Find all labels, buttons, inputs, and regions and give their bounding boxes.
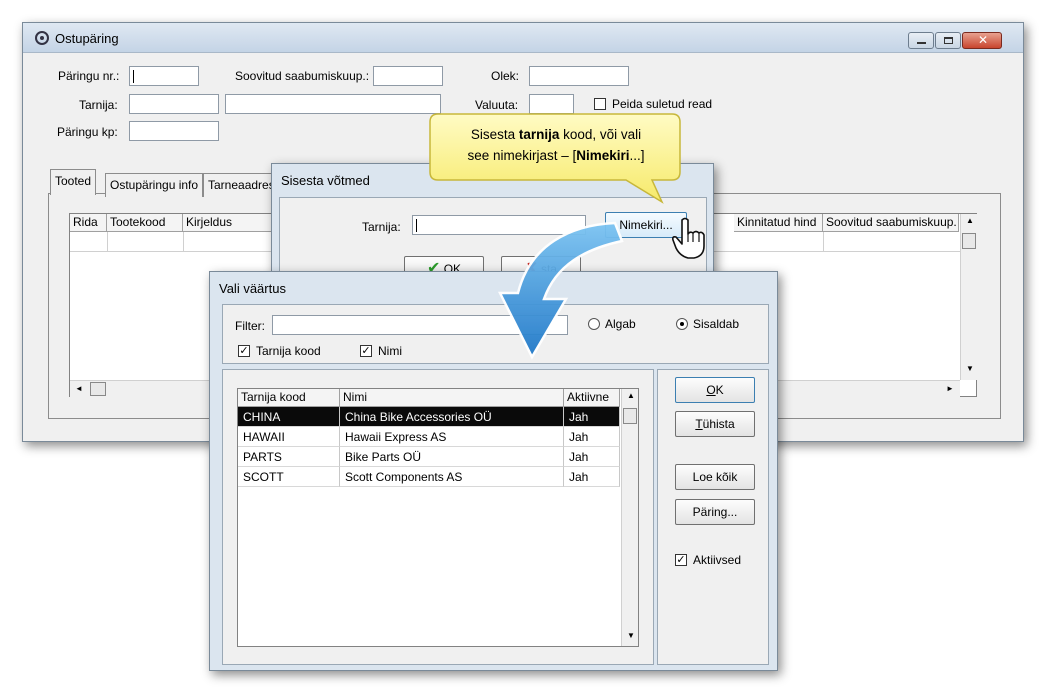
minimize-button[interactable] xyxy=(908,32,934,49)
callout-text: Sisesta tarnija kood, või vali see nimek… xyxy=(432,124,680,166)
tab-tooted[interactable]: Tooted xyxy=(50,169,97,195)
row-active: Jah xyxy=(564,407,620,427)
maximize-button[interactable] xyxy=(935,32,961,49)
scroll-down-icon[interactable]: ▼ xyxy=(627,631,635,640)
table-row[interactable]: HAWAII Hawaii Express AS Jah xyxy=(238,427,620,447)
paringu-nr-field[interactable] xyxy=(129,66,199,86)
paringu-nr-label: Päringu nr.: xyxy=(58,69,120,83)
hand-cursor-icon xyxy=(672,217,705,259)
tab-ostuparingu-info[interactable]: Ostupäringu info xyxy=(105,173,204,197)
paring-button[interactable]: Päring... xyxy=(675,499,755,525)
tuhista-button[interactable]: Tühista xyxy=(675,411,755,437)
row-name: Hawaii Express AS xyxy=(340,427,564,447)
peida-suletud-checkbox[interactable] xyxy=(594,98,606,110)
scroll-left-icon[interactable]: ◄ xyxy=(75,384,83,393)
scroll-thumb[interactable] xyxy=(962,233,976,249)
supplier-grid[interactable]: Tarnija kood Nimi Aktiivne CHINA China B… xyxy=(237,388,639,647)
column-header-tarnija-kood[interactable]: Tarnija kood xyxy=(238,389,340,407)
main-window-title: Ostupäring xyxy=(55,31,119,46)
row-name: Scott Components AS xyxy=(340,467,564,487)
aktiivsed-checkbox[interactable]: ✓ xyxy=(675,554,687,566)
tarnija-label: Tarnija: xyxy=(79,98,118,112)
olek-label: Olek: xyxy=(491,69,520,83)
scroll-right-icon[interactable]: ► xyxy=(946,384,954,393)
grid-empty-row-divider xyxy=(823,232,824,252)
ok-underline: O xyxy=(706,383,716,397)
column-header-tootekood[interactable]: Tootekood xyxy=(107,214,183,232)
row-active: Jah xyxy=(564,427,620,447)
table-row[interactable]: PARTS Bike Parts OÜ Jah xyxy=(238,447,620,467)
paringu-kp-label: Päringu kp: xyxy=(57,125,118,139)
aktiivsed-label: Aktiivsed xyxy=(693,553,742,567)
main-titlebar: Ostupäring ✕ xyxy=(23,23,1023,53)
column-header-aktiivne[interactable]: Aktiivne xyxy=(564,389,620,407)
text-caret xyxy=(133,70,134,83)
callout-line-1: Sisesta tarnija kood, või vali xyxy=(470,127,642,142)
scroll-up-icon[interactable]: ▲ xyxy=(966,216,974,225)
nimi-check-label: Nimi xyxy=(378,344,402,358)
vertical-scrollbar[interactable]: ▲ ▼ xyxy=(621,389,638,646)
loe-koik-button[interactable]: Loe kõik xyxy=(675,464,755,490)
row-code: HAWAII xyxy=(238,427,340,447)
soovitud-saabumiskuup-label: Soovitud saabumiskuup.: xyxy=(235,69,370,83)
row-code: PARTS xyxy=(238,447,340,467)
keys-tarnija-label: Tarnija: xyxy=(362,220,401,234)
tab-tarneaadres[interactable]: Tarneaadres xyxy=(203,173,273,197)
curved-arrow-icon xyxy=(497,221,624,360)
callout-line-2: see nimekirjast – [Nimekiri...] xyxy=(467,148,645,163)
table-row[interactable]: SCOTT Scott Components AS Jah xyxy=(238,467,620,487)
scroll-up-icon[interactable]: ▲ xyxy=(627,391,635,400)
column-header-kinnitatud-hind[interactable]: Kinnitatud hind xyxy=(734,214,823,232)
sisaldab-radio[interactable] xyxy=(676,318,688,330)
peida-suletud-label: Peida suletud read xyxy=(612,97,713,111)
vertical-scrollbar[interactable]: ▲ ▼ xyxy=(960,214,977,380)
value-dialog-title: Vali väärtus xyxy=(219,281,286,296)
tarnija-code-field[interactable] xyxy=(129,94,219,114)
tarnija-kood-checkbox[interactable]: ✓ xyxy=(238,345,250,357)
grid-empty-row-divider xyxy=(107,232,108,252)
column-header-soovitud-saabumiskuup[interactable]: Soovitud saabumiskuup. xyxy=(823,214,959,232)
column-header-nimi[interactable]: Nimi xyxy=(340,389,564,407)
app-icon xyxy=(35,31,49,45)
close-icon: ✕ xyxy=(978,33,989,47)
row-active: Jah xyxy=(564,447,620,467)
text-caret xyxy=(416,219,417,232)
filter-label: Filter: xyxy=(235,319,265,333)
tuhista-underline: T xyxy=(695,417,703,431)
row-name: China Bike Accessories OÜ xyxy=(340,407,564,427)
row-code: CHINA xyxy=(238,407,340,427)
keys-dialog-title: Sisesta võtmed xyxy=(281,173,370,188)
table-row[interactable]: CHINA China Bike Accessories OÜ Jah xyxy=(238,407,620,427)
scroll-down-icon[interactable]: ▼ xyxy=(966,364,974,373)
row-active: Jah xyxy=(564,467,620,487)
row-code: SCOTT xyxy=(238,467,340,487)
paringu-kp-field[interactable] xyxy=(129,121,219,141)
tarnija-kood-check-label: Tarnija kood xyxy=(256,344,321,358)
scroll-thumb[interactable] xyxy=(623,408,637,424)
close-button[interactable]: ✕ xyxy=(962,32,1002,49)
tarnija-name-field[interactable] xyxy=(225,94,441,114)
sisaldab-label: Sisaldab xyxy=(693,317,740,331)
value-ok-button[interactable]: OK xyxy=(675,377,755,403)
minimize-icon xyxy=(917,42,926,44)
maximize-icon xyxy=(944,37,953,44)
grid-empty-row-divider xyxy=(183,232,184,252)
nimi-checkbox[interactable]: ✓ xyxy=(360,345,372,357)
valuuta-label: Valuuta: xyxy=(475,98,519,112)
olek-field[interactable] xyxy=(529,66,629,86)
row-name: Bike Parts OÜ xyxy=(340,447,564,467)
column-header-rida[interactable]: Rida xyxy=(70,214,107,232)
hscroll-thumb[interactable] xyxy=(90,382,106,396)
soovitud-saabumiskuup-field[interactable] xyxy=(373,66,443,86)
valuuta-field[interactable] xyxy=(529,94,574,114)
